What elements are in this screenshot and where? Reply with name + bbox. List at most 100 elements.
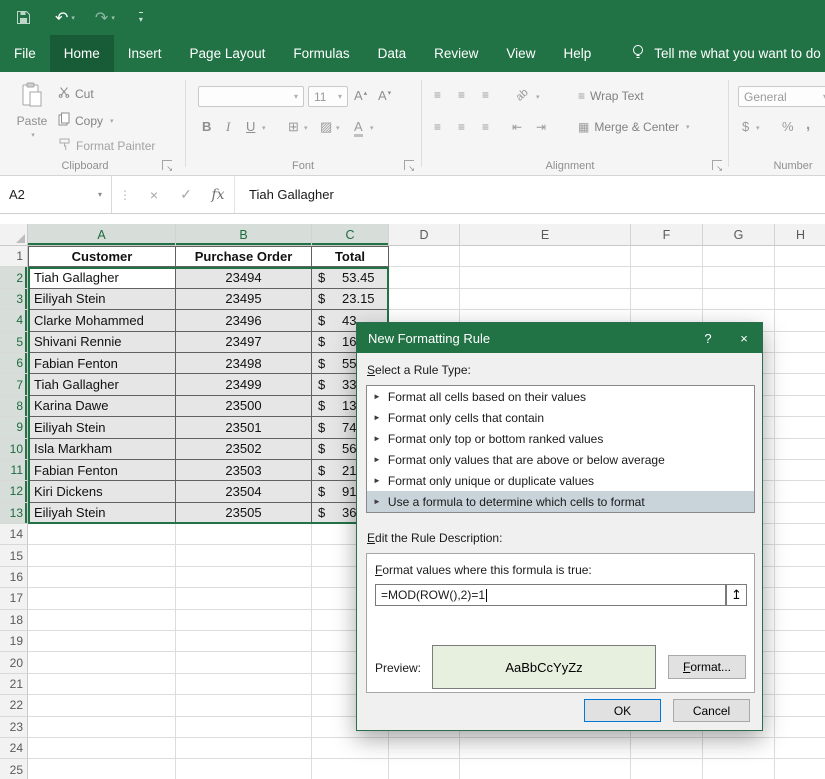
comma-style-icon[interactable]: , xyxy=(806,116,810,133)
cell-A12[interactable]: Kiri Dickens xyxy=(28,481,176,502)
clipboard-dialog-launcher-icon[interactable] xyxy=(162,160,172,170)
tab-review[interactable]: Review xyxy=(420,35,492,72)
cell-H4[interactable] xyxy=(775,310,825,331)
rule-type-option-5[interactable]: ►Format only unique or duplicate values xyxy=(367,470,754,491)
cell-H19[interactable] xyxy=(775,631,825,652)
cell-B17[interactable] xyxy=(176,588,312,609)
cell-E3[interactable] xyxy=(460,289,631,310)
cell-B24[interactable] xyxy=(176,738,312,759)
cell-H9[interactable] xyxy=(775,417,825,438)
cell-H12[interactable] xyxy=(775,481,825,502)
cell-H1[interactable] xyxy=(775,246,825,267)
font-color-dropdown-icon[interactable]: ▾ xyxy=(370,124,374,132)
cell-F24[interactable] xyxy=(631,738,703,759)
align-middle-icon[interactable]: ≡ xyxy=(458,88,465,102)
cell-B1[interactable]: Purchase Order xyxy=(176,246,312,267)
cell-B16[interactable] xyxy=(176,567,312,588)
cell-H20[interactable] xyxy=(775,652,825,673)
underline-button[interactable]: U xyxy=(246,119,255,134)
row-header-11[interactable]: 11 xyxy=(0,460,28,481)
cell-B3[interactable]: 23495 xyxy=(176,289,312,310)
collapse-dialog-button[interactable]: ↥ xyxy=(726,584,747,606)
dialog-title-bar[interactable]: New Formatting Rule ? × xyxy=(357,323,762,353)
font-dialog-launcher-icon[interactable] xyxy=(404,160,414,170)
cell-H15[interactable] xyxy=(775,545,825,566)
column-header-F[interactable]: F xyxy=(631,224,703,246)
cell-A14[interactable] xyxy=(28,524,176,545)
fill-color-icon[interactable]: ▨ xyxy=(320,119,332,135)
row-header-10[interactable]: 10 xyxy=(0,439,28,460)
column-header-B[interactable]: B xyxy=(176,224,312,246)
cell-H2[interactable] xyxy=(775,267,825,288)
cell-B2[interactable]: 23494 xyxy=(176,267,312,288)
cell-H22[interactable] xyxy=(775,695,825,716)
cell-H3[interactable] xyxy=(775,289,825,310)
rule-type-option-1[interactable]: ►Format all cells based on their values xyxy=(367,386,754,407)
formula-input[interactable]: =MOD(ROW(),2)=1 xyxy=(375,584,726,606)
row-header-21[interactable]: 21 xyxy=(0,674,28,695)
cell-H21[interactable] xyxy=(775,674,825,695)
save-icon[interactable] xyxy=(16,10,31,25)
cell-B6[interactable]: 23498 xyxy=(176,353,312,374)
percent-style-icon[interactable]: % xyxy=(782,119,794,134)
column-header-A[interactable]: A xyxy=(28,224,176,246)
cell-B5[interactable]: 23497 xyxy=(176,332,312,353)
cell-A8[interactable]: Karina Dawe xyxy=(28,396,176,417)
cell-B10[interactable]: 23502 xyxy=(176,439,312,460)
cell-A5[interactable]: Shivani Rennie xyxy=(28,332,176,353)
wrap-text-button[interactable]: ≡ Wrap Text xyxy=(578,89,644,103)
column-header-C[interactable]: C xyxy=(312,224,389,246)
cell-D2[interactable] xyxy=(389,267,460,288)
cell-A15[interactable] xyxy=(28,545,176,566)
cell-A7[interactable]: Tiah Gallagher xyxy=(28,374,176,395)
font-size-combo[interactable]: 11 ▾ xyxy=(308,86,348,107)
align-center-icon[interactable]: ≡ xyxy=(458,120,465,134)
cell-B8[interactable]: 23500 xyxy=(176,396,312,417)
cell-B9[interactable]: 23501 xyxy=(176,417,312,438)
cell-E2[interactable] xyxy=(460,267,631,288)
row-header-16[interactable]: 16 xyxy=(0,567,28,588)
cell-B13[interactable]: 23505 xyxy=(176,503,312,524)
cell-B19[interactable] xyxy=(176,631,312,652)
undo-icon[interactable]: ↶ xyxy=(55,8,68,28)
cell-A10[interactable]: Isla Markham xyxy=(28,439,176,460)
cell-A20[interactable] xyxy=(28,652,176,673)
cell-B11[interactable]: 23503 xyxy=(176,460,312,481)
cell-B15[interactable] xyxy=(176,545,312,566)
cell-C2[interactable]: $53.45 xyxy=(312,267,389,288)
font-color-icon[interactable]: A xyxy=(354,119,363,137)
cell-B7[interactable]: 23499 xyxy=(176,374,312,395)
row-header-6[interactable]: 6 xyxy=(0,353,28,374)
row-header-13[interactable]: 13 xyxy=(0,503,28,524)
confirm-entry-icon[interactable]: ✓ xyxy=(170,176,202,213)
cell-E1[interactable] xyxy=(460,246,631,267)
cell-A11[interactable]: Fabian Fenton xyxy=(28,460,176,481)
cell-H16[interactable] xyxy=(775,567,825,588)
format-painter-button[interactable]: Format Painter xyxy=(58,138,155,154)
dialog-help-button[interactable]: ? xyxy=(690,323,726,353)
column-header-E[interactable]: E xyxy=(460,224,631,246)
cancel-entry-icon[interactable]: × xyxy=(138,176,170,213)
row-header-17[interactable]: 17 xyxy=(0,588,28,609)
cell-B21[interactable] xyxy=(176,674,312,695)
row-header-9[interactable]: 9 xyxy=(0,417,28,438)
cell-A1[interactable]: Customer xyxy=(28,246,176,267)
fill-color-dropdown-icon[interactable]: ▾ xyxy=(336,124,340,132)
undo-dropdown-icon[interactable]: ▾ xyxy=(71,14,75,22)
bold-button[interactable]: B xyxy=(202,119,211,134)
cell-H10[interactable] xyxy=(775,439,825,460)
redo-icon[interactable]: ↷ xyxy=(95,8,108,28)
cancel-button[interactable]: Cancel xyxy=(673,699,750,722)
row-header-23[interactable]: 23 xyxy=(0,717,28,738)
cut-button[interactable]: Cut xyxy=(58,86,94,101)
merge-center-button[interactable]: ▦ Merge & Center ▾ xyxy=(578,120,690,134)
cell-A18[interactable] xyxy=(28,610,176,631)
cell-A19[interactable] xyxy=(28,631,176,652)
cell-A2[interactable]: Tiah Gallagher xyxy=(28,267,176,288)
rule-type-option-4[interactable]: ►Format only values that are above or be… xyxy=(367,449,754,470)
cell-H7[interactable] xyxy=(775,374,825,395)
cell-C1[interactable]: Total xyxy=(312,246,389,267)
cell-E25[interactable] xyxy=(460,759,631,779)
cell-D1[interactable] xyxy=(389,246,460,267)
align-right-icon[interactable]: ≡ xyxy=(482,120,489,134)
